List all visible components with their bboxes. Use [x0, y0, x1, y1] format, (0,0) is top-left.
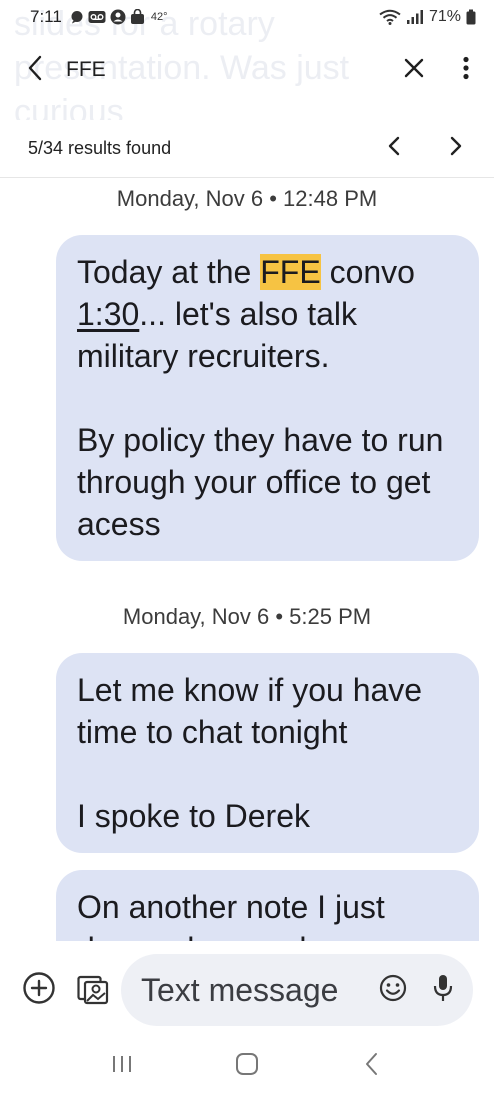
- message-paragraph: Today at the FFE convo 1:30... let's als…: [77, 251, 459, 377]
- date-separator: Monday, Nov 6 • 12:48 PM: [116, 186, 378, 211]
- date-separator: Monday, Nov 6 • 5:25 PM: [122, 604, 372, 629]
- recents-button[interactable]: [92, 1044, 152, 1088]
- voice-input-button[interactable]: [423, 970, 463, 1010]
- gallery-icon: [76, 971, 110, 1010]
- message-text-field[interactable]: Text message: [121, 954, 473, 1026]
- gallery-button[interactable]: [71, 968, 115, 1012]
- account-icon: [110, 9, 126, 25]
- clear-search-button[interactable]: [390, 46, 438, 94]
- results-count: 5/34 results found: [28, 138, 172, 158]
- shopping-bag-icon: [130, 9, 145, 25]
- home-icon: [235, 1052, 259, 1081]
- search-header: FFE: [0, 44, 494, 96]
- message-input[interactable]: Text message: [141, 972, 373, 1009]
- status-time: 7:11: [30, 7, 62, 26]
- message-paragraph: I spoke to Derek: [77, 798, 310, 834]
- close-icon: [403, 57, 425, 84]
- nav-back-button[interactable]: [342, 1044, 402, 1088]
- message-bubble[interactable]: Today at the FFE convo 1:30... let's als…: [56, 235, 479, 561]
- next-result-button[interactable]: [434, 127, 478, 171]
- signal-icon: [406, 9, 424, 25]
- status-temperature: 42°: [150, 11, 168, 23]
- arrow-left-icon: [24, 54, 48, 87]
- search-query-input[interactable]: FFE: [66, 58, 390, 82]
- message-text: convo: [320, 254, 415, 290]
- more-options-button[interactable]: [442, 46, 490, 94]
- message-paragraph: Let me know if you have time to chat ton…: [77, 672, 423, 750]
- compose-bar: Text message: [0, 950, 494, 1030]
- emoji-button[interactable]: [373, 970, 413, 1010]
- add-circle-icon: [22, 971, 56, 1010]
- chat-bubble-icon: [70, 10, 84, 24]
- status-bar: 7:11 42° 71%: [0, 0, 494, 34]
- emoji-icon: [379, 974, 407, 1007]
- message-text: Today at the: [77, 254, 261, 290]
- search-results-bar: 5/34 results found: [0, 120, 494, 178]
- battery-icon: [466, 9, 476, 25]
- more-vert-icon: [462, 56, 470, 85]
- recents-icon: [111, 1054, 133, 1079]
- voicemail-icon: [88, 10, 106, 24]
- message-bubble[interactable]: On another note I just dropped a couple: [56, 870, 479, 941]
- time-link[interactable]: 1:30: [77, 296, 139, 332]
- battery-percentage: 71%: [428, 8, 461, 25]
- mic-icon: [432, 973, 454, 1008]
- status-system-icons: 71%: [379, 8, 476, 26]
- chevron-left-icon: [387, 136, 401, 161]
- message-paragraph: On another note I just dropped a couple: [77, 889, 385, 941]
- back-button[interactable]: [12, 46, 60, 94]
- add-attachment-button[interactable]: [17, 968, 61, 1012]
- home-button[interactable]: [217, 1044, 277, 1088]
- search-highlight: FFE: [260, 254, 321, 290]
- status-notification-icons: 42°: [70, 9, 168, 25]
- message-bubble[interactable]: Let me know if you have time to chat ton…: [56, 653, 479, 853]
- conversation-thread[interactable]: Monday, Nov 6 • 12:48 PM Today at the FF…: [0, 179, 494, 941]
- message-paragraph: By policy they have to run through your …: [77, 422, 444, 542]
- system-navigation-bar: [0, 1040, 494, 1092]
- chevron-right-icon: [449, 136, 463, 161]
- previous-result-button[interactable]: [372, 127, 416, 171]
- nav-back-icon: [364, 1052, 380, 1081]
- wifi-icon: [379, 9, 401, 25]
